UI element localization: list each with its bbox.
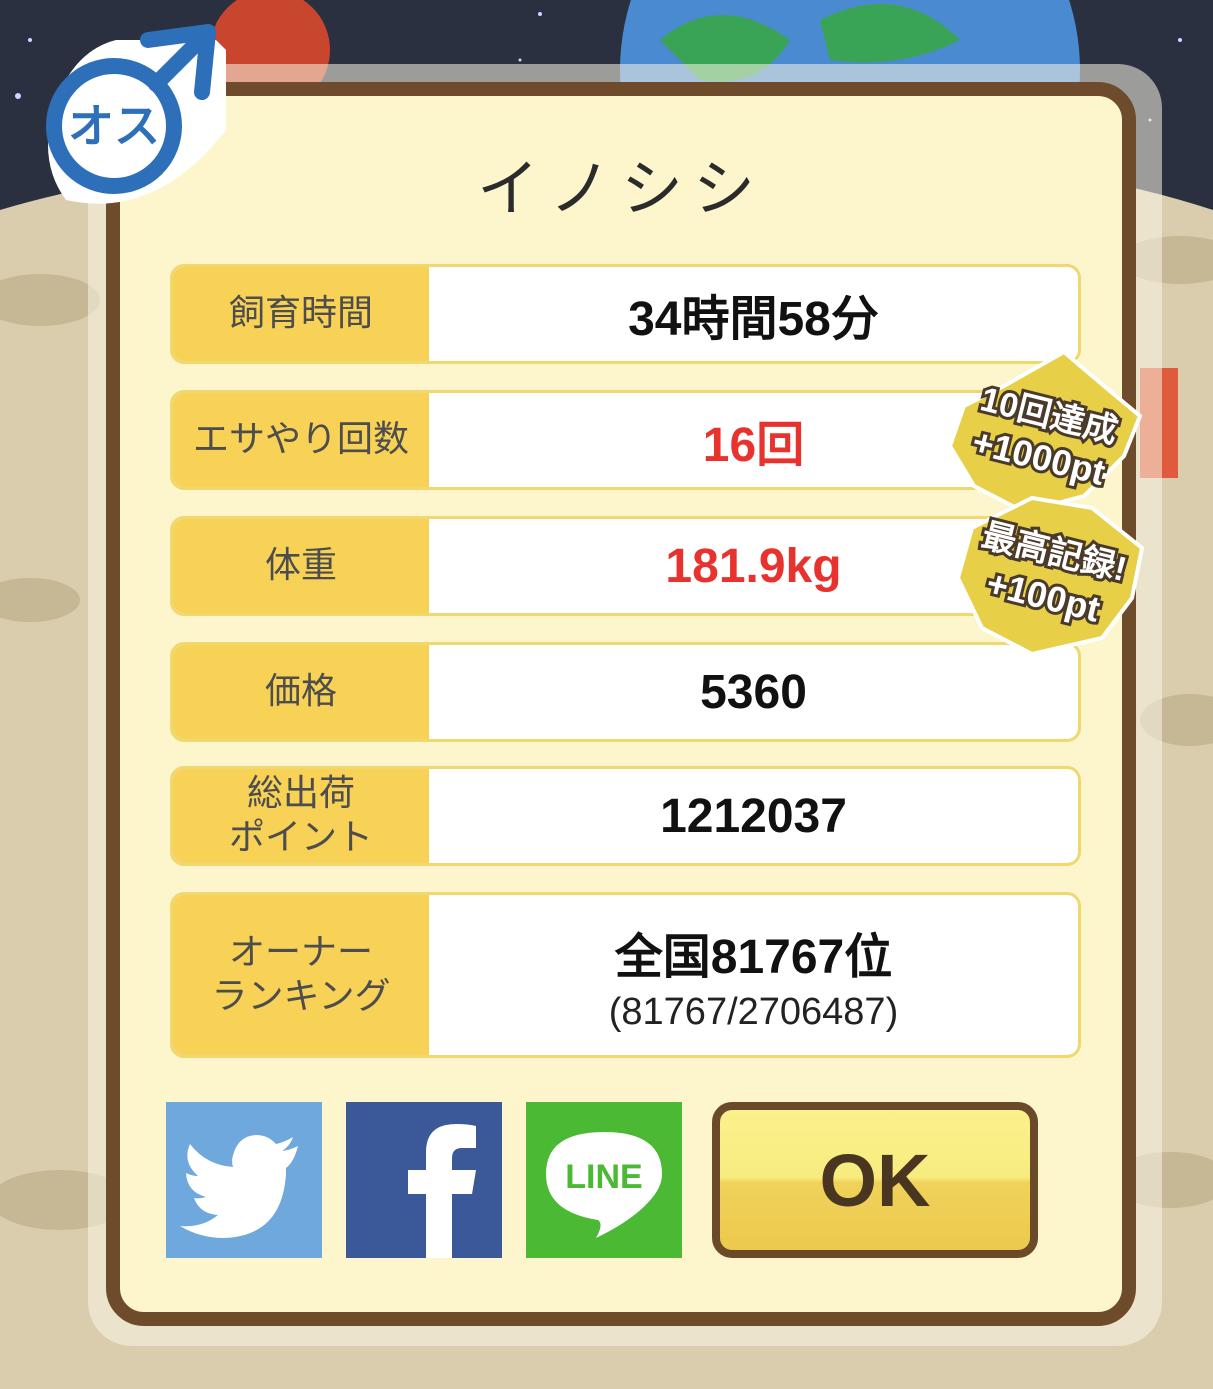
ranking-value: 全国81767位 [614, 930, 893, 984]
animal-name: イノシシ [476, 152, 765, 225]
stat-label: エサやり回数 [173, 393, 429, 487]
ranking-detail: (81767/2706487) [608, 990, 899, 1033]
stat-label: 総出荷 ポイント [173, 769, 429, 863]
stat-row-total-points: 総出荷 ポイント 1212037 [170, 766, 1081, 866]
stat-label: 飼育時間 [173, 267, 429, 361]
achievement-badge-record: 最高記録! +100pt [955, 495, 1145, 657]
ok-button-label: OK [819, 1138, 931, 1222]
stat-value: 全国81767位 (81767/2706487) [429, 895, 1078, 1055]
ok-button[interactable]: OK [712, 1102, 1038, 1258]
stat-value-text: 34時間58分 [628, 293, 879, 346]
stat-label: オーナー ランキング [173, 895, 429, 1055]
stat-value-text: 181.9kg [665, 539, 842, 593]
stat-value-text: 5360 [700, 665, 807, 719]
stat-row-owner-ranking: オーナー ランキング 全国81767位 (81767/2706487) [170, 892, 1081, 1058]
stat-row-price: 価格 5360 [170, 642, 1081, 742]
line-share-button[interactable]: LINE [526, 1102, 682, 1258]
stat-row-weight: 体重 181.9kg [170, 516, 1081, 616]
stat-value-text: 1212037 [660, 789, 847, 843]
twitter-share-button[interactable] [166, 1102, 322, 1258]
stat-value-text: 16回 [702, 419, 805, 472]
stat-label: 価格 [173, 645, 429, 739]
facebook-share-button[interactable] [346, 1102, 502, 1258]
stat-label: 体重 [173, 519, 429, 613]
line-text: LINE [565, 1158, 642, 1196]
stat-value: 5360 [429, 645, 1078, 739]
stat-value: 1212037 [429, 769, 1078, 863]
